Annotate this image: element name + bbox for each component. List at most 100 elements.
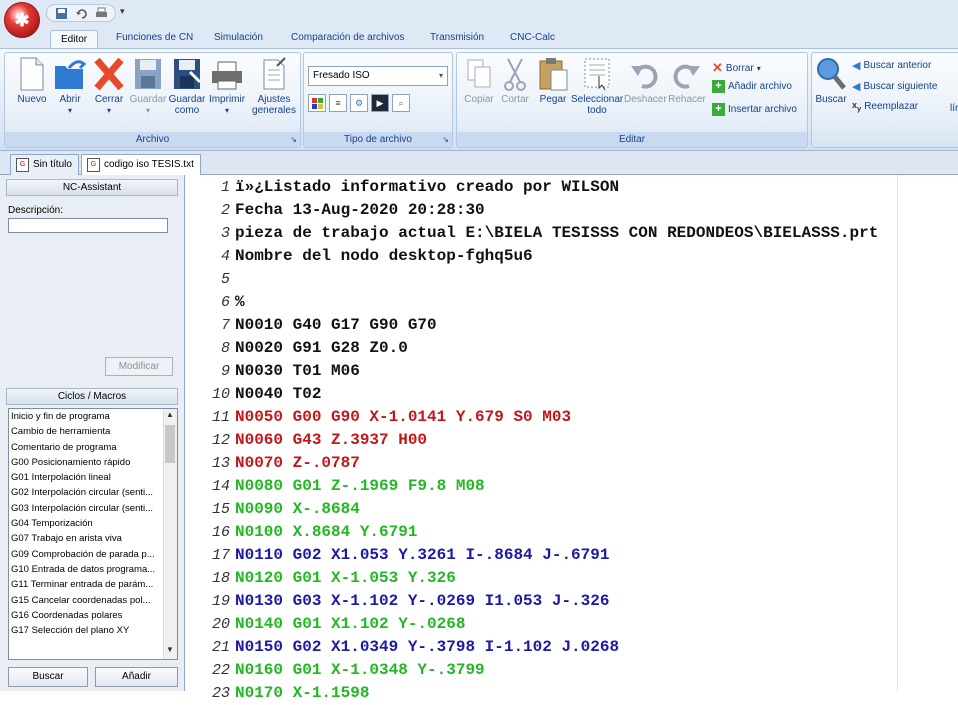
code-line[interactable]: 23 N0170 X-1.1598: [186, 682, 369, 705]
cerrar-button[interactable]: Cerrar ▾: [91, 56, 127, 116]
tab-funciones-cn[interactable]: Funciones de CN: [116, 32, 193, 48]
editor-margin-line: [897, 175, 898, 691]
list-item[interactable]: G11 Terminar entrada de parám...: [9, 577, 165, 592]
application-menu-button[interactable]: ✱: [4, 2, 40, 38]
code-line[interactable]: 6%: [186, 291, 245, 314]
dialog-launcher-icon[interactable]: ↘: [290, 135, 297, 144]
search-config-icon[interactable]: ⌕: [392, 94, 410, 112]
scroll-down-icon[interactable]: ▼: [163, 645, 177, 658]
code-line[interactable]: 22 N0160 G01 X-1.0348 Y-.3799: [186, 659, 485, 682]
pegar-button[interactable]: Pegar: [535, 56, 571, 105]
guardar-como-button[interactable]: Guardar como: [167, 56, 207, 116]
code-line[interactable]: 8 N0020 G91 G28 Z0.0: [186, 337, 408, 360]
code-line[interactable]: 12 N0060 G43 Z.3937 H00: [186, 429, 427, 452]
buscar-label: Buscar: [815, 94, 847, 105]
line-number: 14: [211, 478, 230, 495]
line-number: 1: [220, 179, 230, 196]
code-line[interactable]: 21 N0150 G02 X1.0349 Y-.3798 I-1.102 J.02…: [186, 636, 619, 659]
save-icon[interactable]: [53, 6, 69, 20]
reemplazar-button[interactable]: xy Reemplazar: [852, 100, 918, 113]
code-line[interactable]: 16 N0100 X.8684 Y.6791: [186, 521, 417, 544]
tab-comparacion[interactable]: Comparación de archivos: [291, 32, 404, 48]
code-line[interactable]: 19 N0130 G03 X-1.102 Y-.0269 I1.053 J-.32…: [186, 590, 609, 613]
undo-icon[interactable]: [73, 6, 89, 20]
anadir-macro-button[interactable]: Añadir: [95, 667, 178, 687]
guardar-button[interactable]: Guardar ▾: [128, 56, 168, 116]
list-item[interactable]: G07 Trabajo en arista viva: [9, 531, 165, 546]
nc-file-icon: G: [16, 158, 29, 172]
tab-transmision[interactable]: Transmisión: [430, 32, 484, 48]
line-number: 11: [211, 409, 230, 426]
abrir-dropdown-icon[interactable]: ▾: [52, 105, 88, 116]
list-item[interactable]: G15 Cancelar coordenadas pol...: [9, 593, 165, 608]
list-item[interactable]: Cambio de herramienta: [9, 424, 165, 439]
code-line[interactable]: 4 Nombre del nodo desktop-fghq5u6: [186, 245, 533, 268]
buscar-siguiente-button[interactable]: ◀ Buscar siguiente: [852, 80, 937, 93]
nc-editor-icon[interactable]: ▶: [371, 94, 389, 112]
scroll-up-icon[interactable]: ▲: [163, 410, 177, 423]
copiar-button[interactable]: Copiar: [460, 56, 498, 105]
anadir-archivo-button[interactable]: + Añadir archivo: [712, 80, 792, 93]
buscar-macro-button[interactable]: Buscar: [8, 667, 88, 687]
code-line[interactable]: 1 ï»¿Listado informativo creado por WILSO…: [186, 176, 619, 199]
code-line[interactable]: 17 N0110 G02 X1.053 Y.3261 I-.8684 J-.679…: [186, 544, 609, 567]
nuevo-button[interactable]: Nuevo: [14, 56, 50, 105]
list-item[interactable]: G10 Entrada de datos programa...: [9, 562, 165, 577]
macro-list[interactable]: Inicio y fin de programa Cambio de herra…: [8, 408, 178, 660]
buscar-anterior-button[interactable]: ◀ Buscar anterior: [852, 59, 931, 72]
abrir-button[interactable]: Abrir ▾: [52, 56, 88, 116]
list-item[interactable]: Comentario de programa: [9, 440, 165, 455]
list-item[interactable]: G09 Comprobación de parada p...: [9, 547, 165, 562]
paste-clipboard-icon: [539, 58, 568, 91]
imprimir-button[interactable]: Imprimir ▾: [207, 56, 247, 116]
tipo-dialog-launcher-icon[interactable]: ↘: [442, 135, 449, 144]
imprimir-dropdown-icon[interactable]: ▾: [207, 105, 247, 116]
descripcion-input[interactable]: [8, 218, 168, 233]
print-icon[interactable]: [93, 6, 109, 20]
list-item[interactable]: G01 Interpolación lineal: [9, 470, 165, 485]
list-item[interactable]: G04 Temporización: [9, 516, 165, 531]
cerrar-dropdown-icon[interactable]: ▾: [91, 105, 127, 116]
line-numbers-icon[interactable]: ≡: [329, 94, 347, 112]
nc-file-icon: G: [87, 158, 100, 172]
format-icon[interactable]: ⚙: [350, 94, 368, 112]
code-line[interactable]: 2 Fecha 13-Aug-2020 20:28:30: [186, 199, 485, 222]
guardar-dropdown-icon[interactable]: ▾: [128, 105, 168, 116]
code-line[interactable]: 11 N0050 G00 G90 X-1.0141 Y.679 S0 M03: [186, 406, 571, 429]
list-item[interactable]: G16 Coordenadas polares: [9, 608, 165, 623]
code-line[interactable]: 13 N0070 Z-.0787: [186, 452, 360, 475]
code-line[interactable]: 7 N0010 G40 G17 G90 G70: [186, 314, 437, 337]
buscar-button[interactable]: Buscar: [814, 56, 848, 105]
rehacer-button[interactable]: Rehacer: [668, 56, 706, 105]
group-archivo-label: Archivo: [5, 132, 300, 147]
doc-tab-sin-titulo[interactable]: G Sin título: [10, 154, 79, 175]
seleccionar-todo-button[interactable]: Seleccionar todo: [571, 56, 623, 116]
tab-simulacion[interactable]: Simulación: [214, 32, 263, 48]
cortar-button[interactable]: Cortar: [498, 56, 532, 105]
list-item[interactable]: G17 Selección del plano XY: [9, 623, 165, 638]
list-item[interactable]: G02 Interpolación circular (senti...: [9, 485, 165, 500]
scroll-thumb[interactable]: [165, 425, 175, 463]
insertar-archivo-button[interactable]: + Insertar archivo: [712, 103, 797, 116]
qat-customize-dropdown[interactable]: ▾: [120, 6, 125, 17]
modificar-button[interactable]: Modificar: [105, 357, 173, 376]
deshacer-button[interactable]: Deshacer: [624, 56, 667, 105]
borrar-button[interactable]: ✕ Borrar ▾: [712, 60, 761, 76]
code-line[interactable]: 15 N0090 X-.8684: [186, 498, 360, 521]
code-line[interactable]: 20 N0140 G01 X1.102 Y-.0268: [186, 613, 465, 636]
ajustes-generales-button[interactable]: Ajustes generales: [251, 56, 297, 116]
code-line[interactable]: 10 N0040 T02: [186, 383, 321, 406]
doc-tab-codigo-iso[interactable]: G codigo iso TESIS.txt: [81, 154, 201, 175]
code-line[interactable]: 9 N0030 T01 M06: [186, 360, 360, 383]
list-item[interactable]: Inicio y fin de programa: [9, 409, 165, 424]
code-line[interactable]: 14 N0080 G01 Z-.1969 F9.8 M08: [186, 475, 485, 498]
file-type-select[interactable]: Fresado ISO ▾: [308, 66, 448, 86]
list-item[interactable]: G00 Posicionamiento rápido: [9, 455, 165, 470]
code-line[interactable]: 3 pieza de trabajo actual E:\BIELA TESISS…: [186, 222, 878, 245]
code-line[interactable]: 18 N0120 G01 X-1.053 Y.326: [186, 567, 456, 590]
list-item[interactable]: G03 Interpolación circular (senti...: [9, 501, 165, 516]
color-scheme-icon[interactable]: [308, 94, 326, 112]
tab-cnc-calc[interactable]: CNC-Calc: [510, 32, 555, 48]
tab-editor[interactable]: Editor: [50, 30, 99, 50]
code-line[interactable]: 5: [186, 268, 235, 291]
